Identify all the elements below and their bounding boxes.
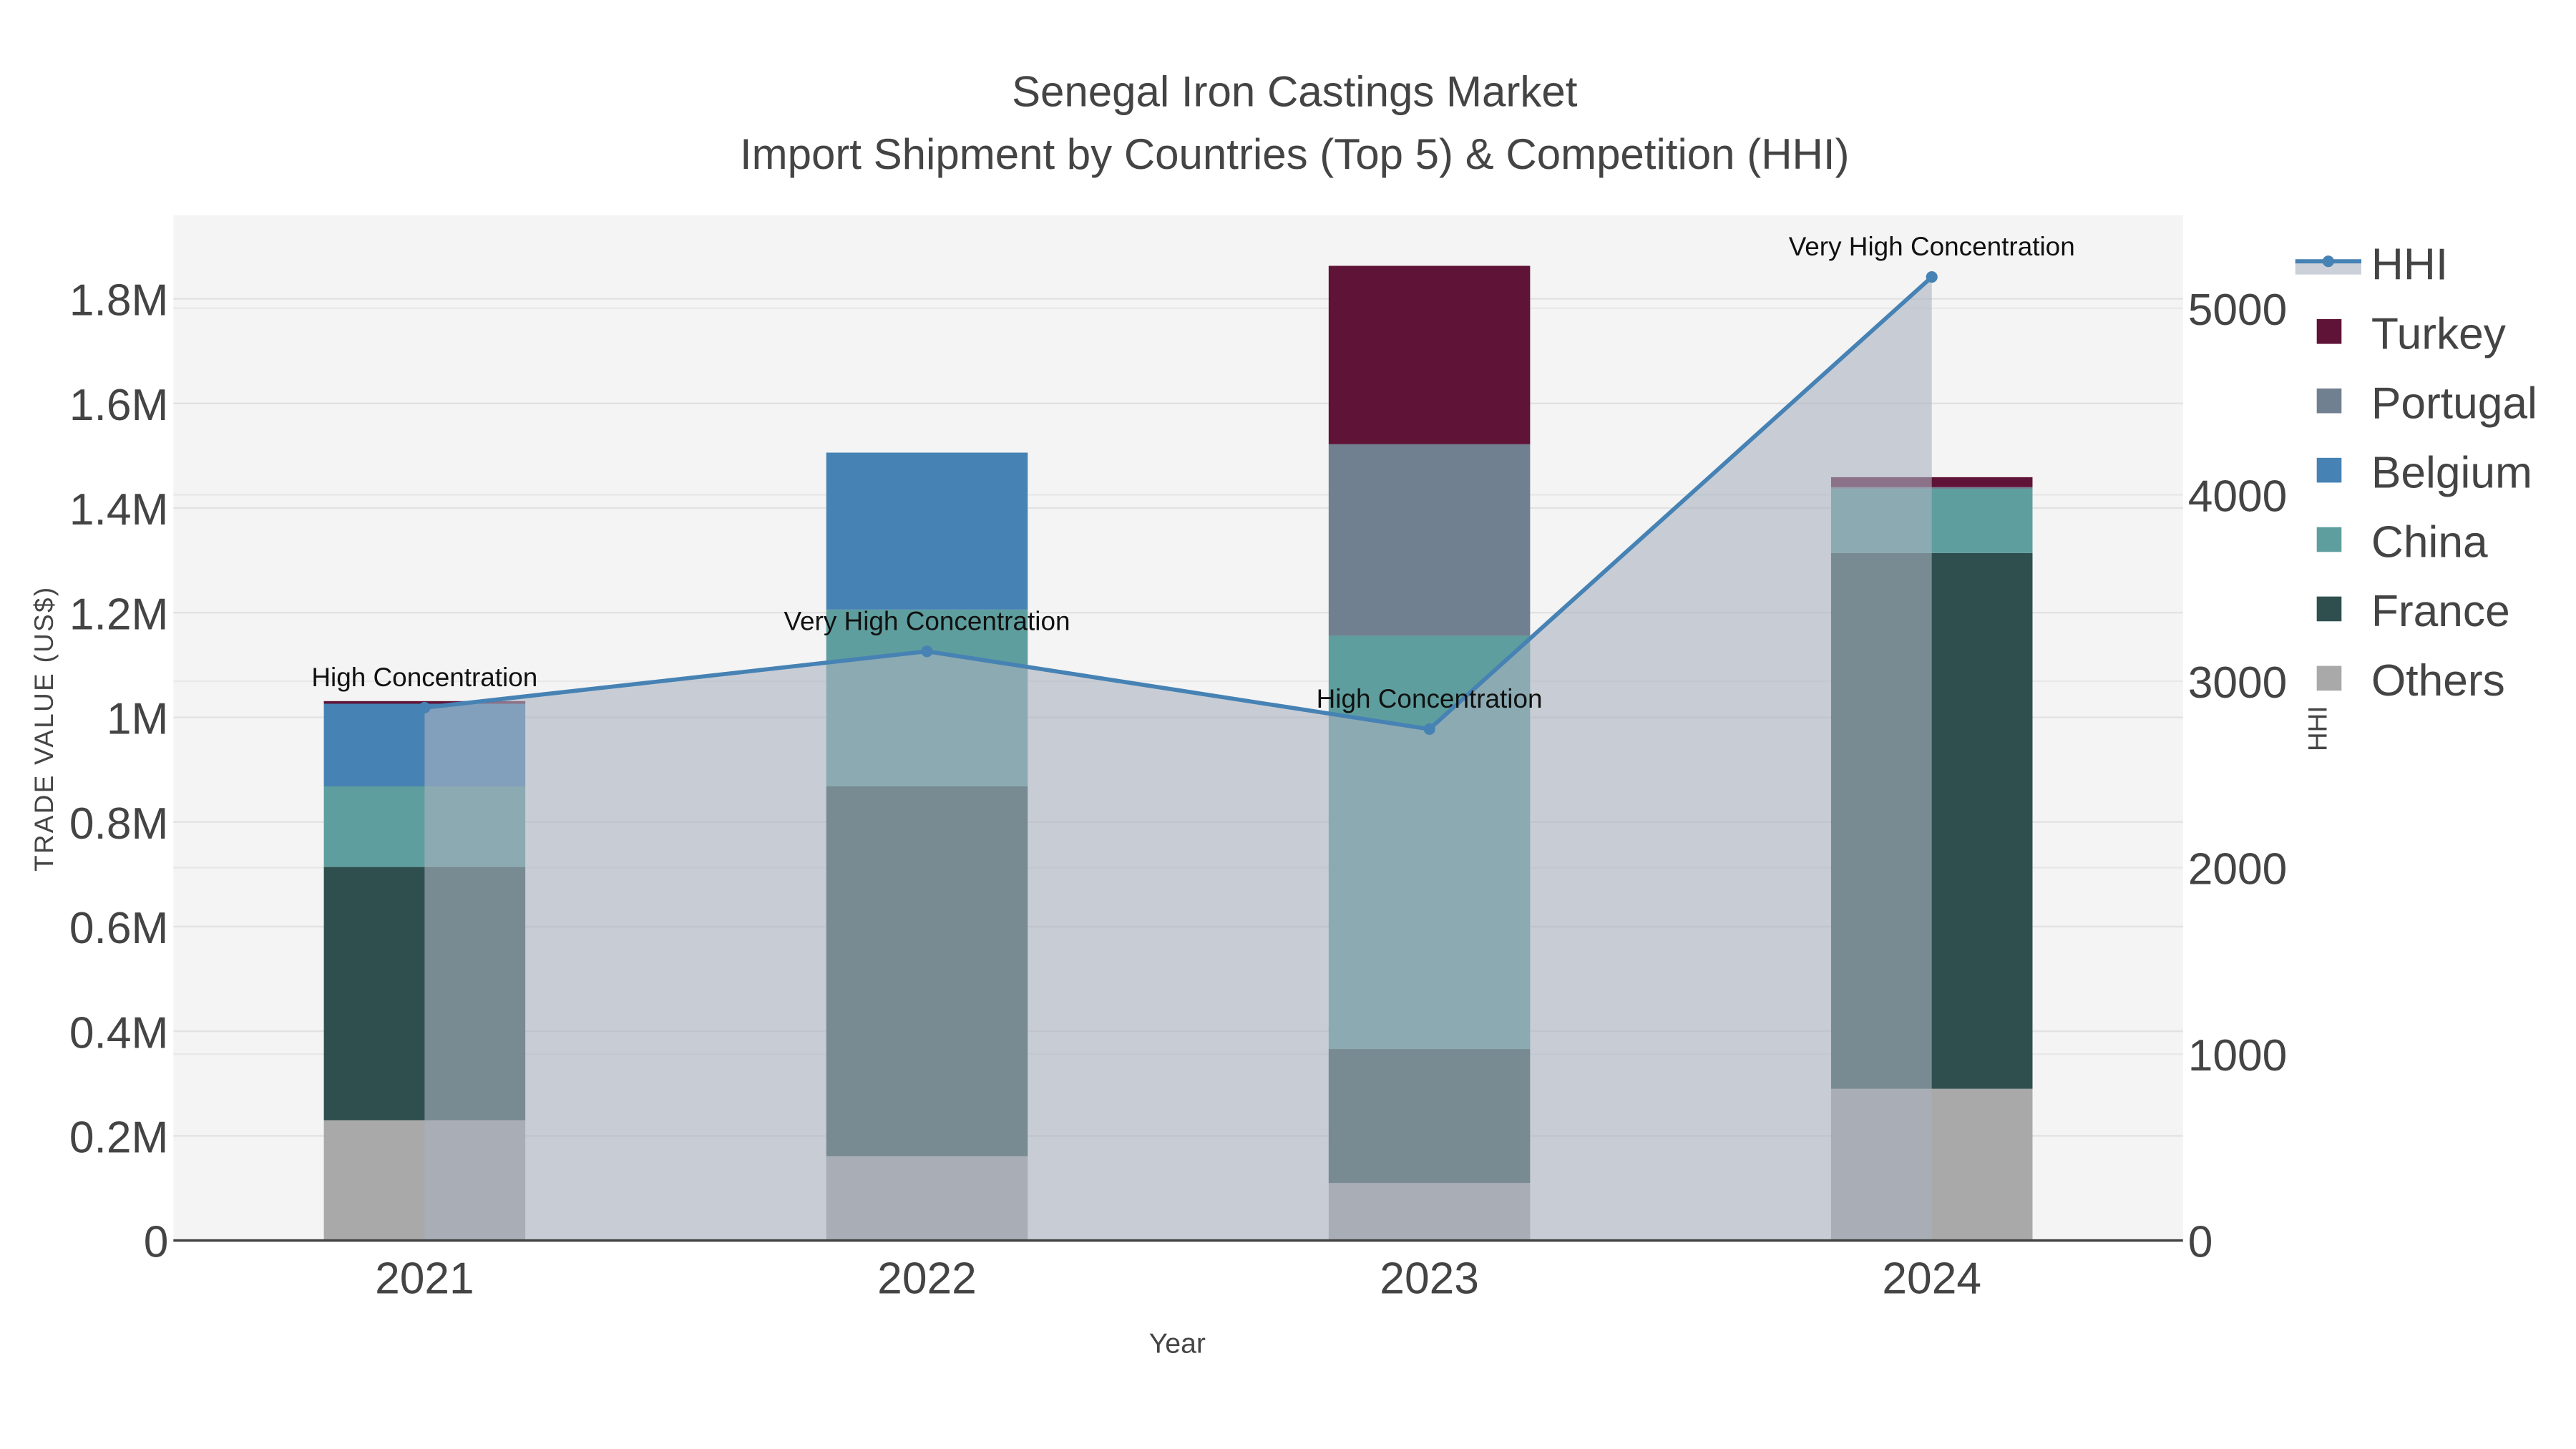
hhi-annotation: Very High Concentration xyxy=(1789,232,2075,261)
legend-swatch-france xyxy=(2316,596,2342,622)
y-tick-label: 1.6M xyxy=(69,381,169,430)
bar-belgium-2022 xyxy=(826,452,1028,610)
y2-tick-label: 4000 xyxy=(2188,472,2288,521)
legend-label-china: China xyxy=(2371,517,2488,567)
y-tick-label: 0.8M xyxy=(69,799,169,849)
legend-swatch-others xyxy=(2316,665,2342,691)
legend-swatch-china xyxy=(2316,527,2342,552)
y-tick-label: 1.2M xyxy=(69,590,169,639)
chart-title: Senegal Iron Castings Market xyxy=(1012,67,1578,115)
legend-label-france: France xyxy=(2371,587,2510,636)
legend: HHI Turkey Portugal Belgium China France Other… xyxy=(2295,240,2537,706)
y-tick-label: 0.2M xyxy=(69,1113,169,1162)
chart-subtitle: Import Shipment by Countries (Top 5) & C… xyxy=(740,130,1850,178)
y2-axis-ticks: 0 1000 2000 3000 4000 5000 xyxy=(2188,286,2288,1267)
legend-label-hhi: HHI xyxy=(2371,240,2448,290)
legend-label-portugal: Portugal xyxy=(2371,379,2537,428)
bar-portugal-2023 xyxy=(1328,444,1531,636)
legend-swatch-belgium xyxy=(2316,457,2342,483)
legend-hhi-marker xyxy=(2322,255,2334,268)
y-tick-label: 0.4M xyxy=(69,1008,169,1058)
x-tick-label: 2024 xyxy=(1882,1254,1981,1304)
hhi-annotation: Very High Concentration xyxy=(784,606,1070,635)
hhi-annotation: High Concentration xyxy=(1317,684,1543,713)
y2-tick-label: 0 xyxy=(2188,1218,2213,1267)
x-tick-label: 2021 xyxy=(375,1254,474,1304)
legend-label-belgium: Belgium xyxy=(2371,448,2532,497)
legend-label-others: Others xyxy=(2371,656,2505,706)
y2-tick-label: 5000 xyxy=(2188,286,2288,335)
y2-tick-label: 1000 xyxy=(2188,1031,2288,1080)
x-axis-ticks: 2021 2022 2023 2024 xyxy=(375,1254,1981,1304)
chart: Senegal Iron Castings Market Import Ship… xyxy=(29,67,2537,1360)
y2-axis-label: HHI xyxy=(2303,706,2333,751)
bar-turkey-2023 xyxy=(1328,265,1531,444)
legend-label-turkey: Turkey xyxy=(2371,309,2507,358)
y-tick-label: 1.4M xyxy=(69,485,169,535)
y-tick-label: 0.6M xyxy=(69,904,169,953)
hhi-annotation: High Concentration xyxy=(311,663,537,692)
hhi-point-2024 xyxy=(1926,271,1938,283)
x-tick-label: 2023 xyxy=(1380,1254,1479,1304)
legend-swatch-turkey xyxy=(2316,318,2342,344)
hhi-point-2021 xyxy=(419,701,431,714)
y2-tick-label: 2000 xyxy=(2188,845,2288,894)
hhi-point-2022 xyxy=(921,645,933,658)
legend-swatch-portugal xyxy=(2316,388,2342,414)
y-tick-label: 1M xyxy=(107,695,169,744)
y-axis-ticks: 0 0.2M 0.4M 0.6M 0.8M 1M 1.2M 1.4M 1.6M 1.8M xyxy=(69,276,169,1267)
y-axis-label: TRADE VALUE (US$) xyxy=(29,586,59,872)
x-axis-label: Year xyxy=(1149,1328,1206,1360)
y-tick-label: 0 xyxy=(144,1218,169,1267)
x-tick-label: 2022 xyxy=(877,1254,977,1304)
hhi-point-2023 xyxy=(1423,723,1435,736)
y-tick-label: 1.8M xyxy=(69,276,169,326)
y2-tick-label: 3000 xyxy=(2188,658,2288,708)
